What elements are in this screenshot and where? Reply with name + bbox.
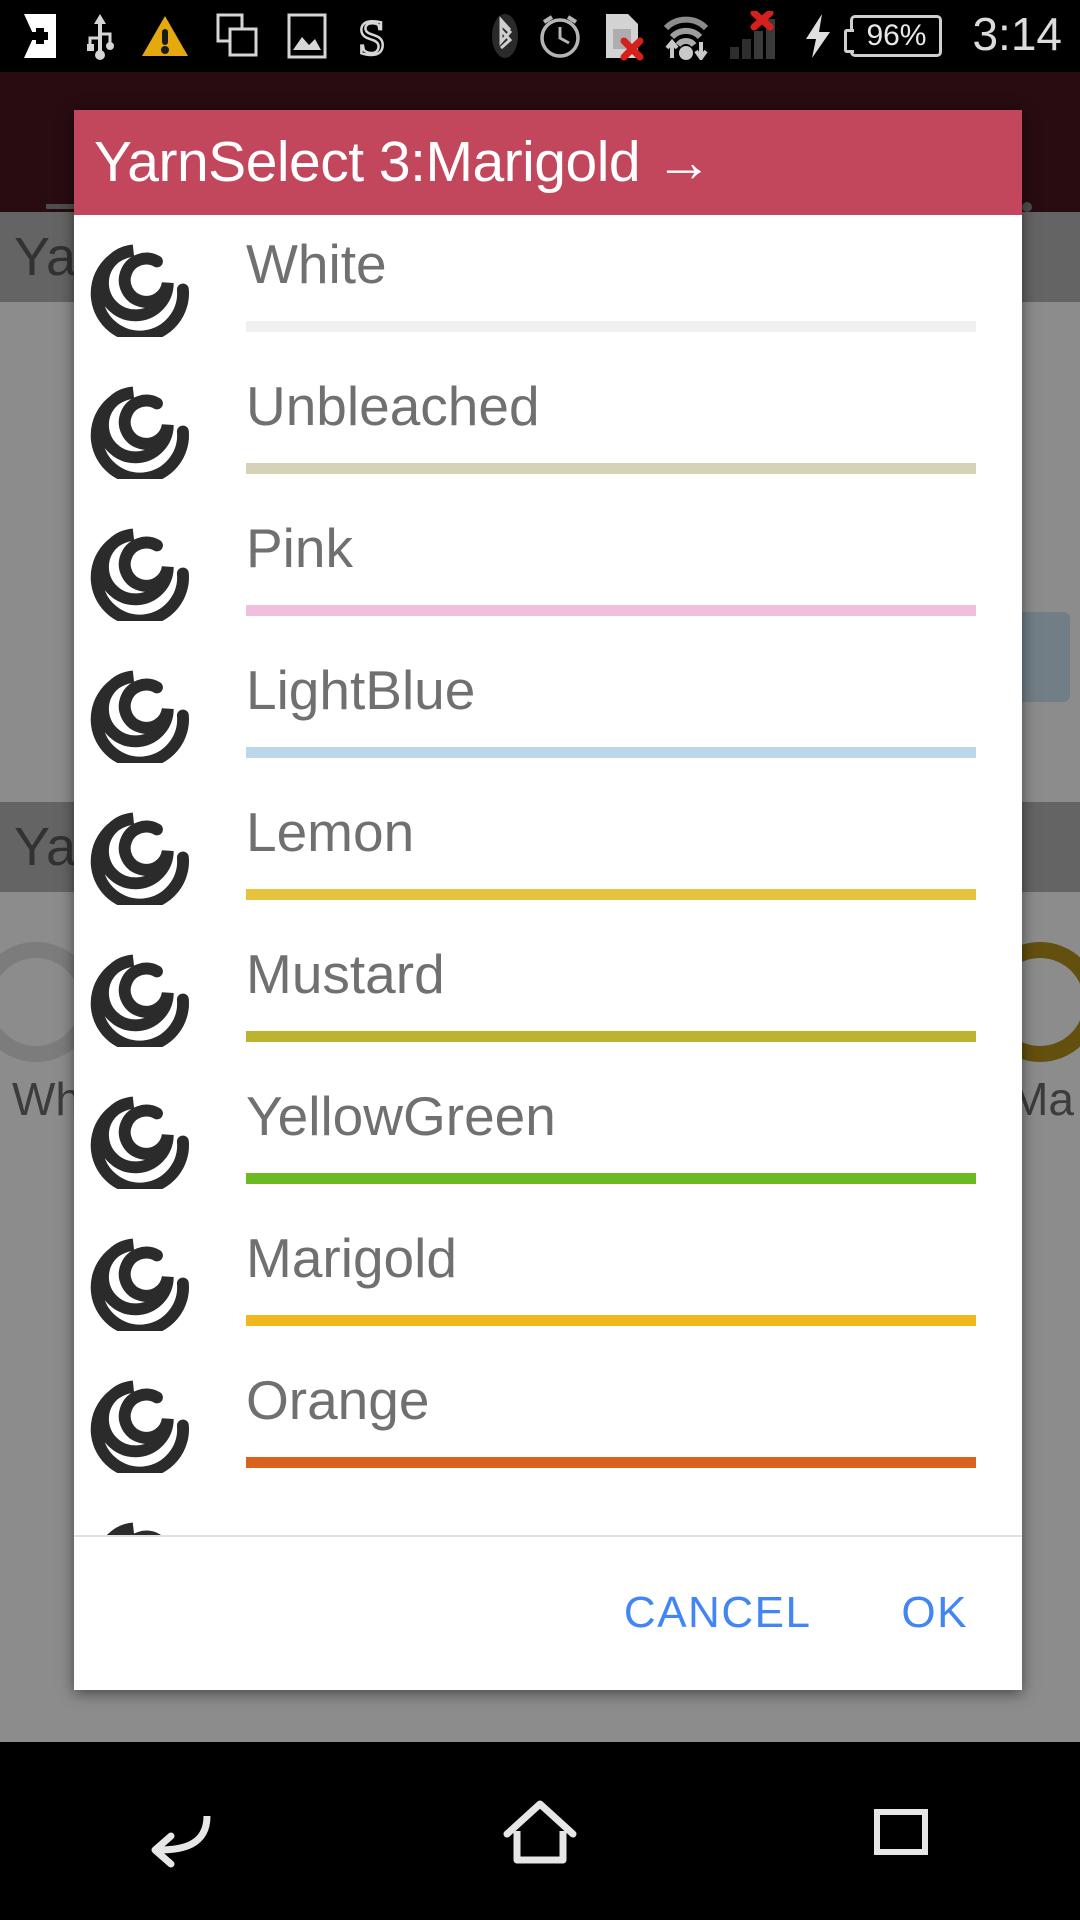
yarn-color-swatch [246,747,976,758]
yarn-spiral-icon [90,954,189,1053]
yarn-spiral-icon [106,1522,161,1535]
yarn-spiral-icon [90,229,198,343]
yarn-spiral-icon [90,655,198,769]
dialog-title: YarnSelect 3:Marigold → [94,130,712,194]
yarn-spiral-icon [90,1238,189,1337]
wifi-transfer-icon [664,16,709,60]
yarn-list-item[interactable]: LightBlue [74,641,1022,783]
yarn-color-swatch [246,1173,976,1184]
yarn-label: Marigold [246,1227,457,1289]
signal-bars-error-icon [730,11,776,59]
yarn-label: Pink [246,517,353,579]
yarn-spiral-icon [90,528,189,627]
copy-windows-icon [216,13,258,57]
usb-icon [87,14,114,60]
yarn-spiral-icon [90,1507,198,1535]
ok-button[interactable]: OK [901,1588,968,1638]
yarn-spiral-icon [90,1365,198,1479]
yarn-select-dialog: YarnSelect 3:Marigold → White Unbleached P… [74,110,1022,1690]
yarn-label: Mustard [246,943,445,1005]
yarn-spiral-icon [90,513,198,627]
dialog-title-bar: YarnSelect 3:Marigold → [74,110,1022,215]
first-aid-icon [24,14,56,58]
status-bar-left-icons: S [0,10,396,62]
yarn-color-swatch [246,889,976,900]
dialog-action-bar: CANCEL OK [74,1535,1022,1690]
yarn-list-item[interactable]: Marigold [74,1209,1022,1351]
recent-apps-icon[interactable] [857,1788,943,1874]
yarn-label: YellowGreen [246,1085,556,1147]
image-icon [287,13,327,59]
home-icon[interactable] [497,1788,583,1874]
yarn-list-item[interactable] [74,1493,1022,1535]
yarn-list-item[interactable]: Pink [74,499,1022,641]
yarn-list[interactable]: White Unbleached Pink LightBlue Lemon Mustard… [74,215,1022,1535]
navigation-bar [0,1742,1080,1920]
status-bar-clock: 3:14 [972,8,1062,60]
warning-triangle-icon [142,16,188,56]
cancel-button[interactable]: CANCEL [624,1588,812,1638]
yarn-spiral-icon [90,244,189,343]
yarn-color-swatch [246,605,976,616]
charging-bolt-icon [806,14,831,58]
battery-percent: 96% [866,19,927,52]
yarn-list-item[interactable]: Unbleached [74,357,1022,499]
yarn-label: White [246,233,387,295]
yarn-color-swatch [246,1315,976,1326]
yarn-spiral-icon [90,1223,198,1337]
yarn-label: Orange [246,1369,430,1431]
yarn-spiral-icon [90,1096,189,1195]
s-logo-icon: S [357,10,387,62]
yarn-list-item[interactable]: Orange [74,1351,1022,1493]
yarn-spiral-icon [90,1081,198,1195]
battery-icon: 96% [844,15,943,57]
sim-card-error-icon [606,14,644,61]
back-arrow-icon[interactable] [137,1788,223,1874]
yarn-color-swatch [246,1031,976,1042]
yarn-list-item[interactable]: Mustard [74,925,1022,1067]
yarn-color-swatch [246,1457,976,1468]
yarn-spiral-icon [90,371,198,485]
yarn-label: Unbleached [246,375,540,437]
status-bar: S 96% 3:14 [0,0,1080,72]
yarn-spiral-icon [90,1380,189,1479]
phone-screen: Yar Yar Wh Ma S 96% 3:14 YarnSelect 3:Ma… [0,0,1080,1920]
yarn-spiral-icon [90,670,189,769]
yarn-label: Lemon [246,801,415,863]
yarn-spiral-icon [90,386,189,485]
alarm-clock-icon [540,15,581,58]
yarn-list-item[interactable]: White [74,215,1022,357]
dialog-divider [74,1535,1022,1537]
yarn-label: LightBlue [246,659,476,721]
bluetooth-icon [492,14,519,58]
yarn-spiral-icon [90,797,198,911]
svg-text:S: S [358,10,386,62]
yarn-list-item[interactable]: Lemon [74,783,1022,925]
yarn-color-swatch [246,463,976,474]
yarn-color-swatch [246,321,976,332]
yarn-list-item[interactable]: YellowGreen [74,1067,1022,1209]
yarn-spiral-icon [90,939,198,1053]
status-bar-right-icons: 96% 3:14 [490,11,1080,61]
yarn-spiral-icon [90,812,189,911]
